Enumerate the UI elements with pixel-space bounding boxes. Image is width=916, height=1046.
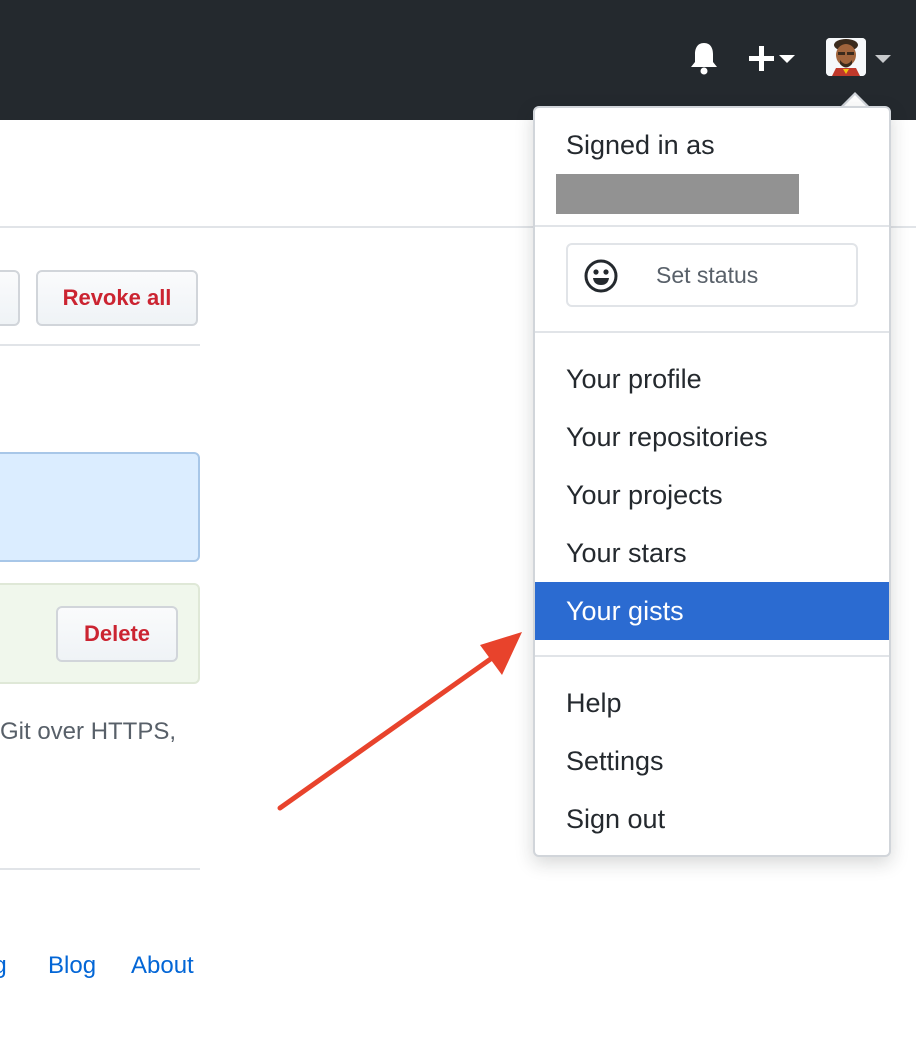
username-redacted xyxy=(556,174,799,214)
red-arrow-icon xyxy=(277,632,522,811)
footer-links: ng Blog About xyxy=(0,952,200,986)
left-button-stub[interactable] xyxy=(0,270,20,326)
signed-in-label: Signed in as xyxy=(566,130,715,160)
section-divider xyxy=(0,344,200,346)
menu-item-help[interactable]: Help xyxy=(535,674,889,732)
dropdown-divider xyxy=(535,655,889,657)
footer-divider xyxy=(0,868,200,870)
caret-down-icon xyxy=(875,55,891,63)
plus-icon xyxy=(749,46,795,71)
info-flash-box xyxy=(0,452,200,562)
menu-item-your-gists[interactable]: Your gists xyxy=(535,582,889,640)
delete-button[interactable]: Delete xyxy=(56,606,178,662)
user-menu-button[interactable] xyxy=(826,38,896,78)
create-new-button[interactable] xyxy=(746,40,798,76)
revoke-all-button[interactable]: Revoke all xyxy=(36,270,198,326)
footer-link-about[interactable]: About xyxy=(131,952,194,980)
menu-item-your-projects[interactable]: Your projects xyxy=(535,466,889,524)
menu-item-sign-out[interactable]: Sign out xyxy=(535,790,889,848)
https-help-text: Git over HTTPS, xyxy=(0,718,177,745)
top-header-bar xyxy=(0,0,916,120)
footer-link-blog[interactable]: Blog xyxy=(48,952,96,980)
menu-item-your-stars[interactable]: Your stars xyxy=(535,524,889,582)
menu-item-settings[interactable]: Settings xyxy=(535,732,889,790)
menu-item-your-repositories[interactable]: Your repositories xyxy=(535,408,889,466)
set-status-button[interactable]: Set status xyxy=(566,243,858,307)
menu-item-your-profile[interactable]: Your profile xyxy=(535,350,889,408)
dropdown-divider xyxy=(535,225,889,227)
footer-link-truncated[interactable]: ng xyxy=(0,952,7,980)
bell-icon[interactable] xyxy=(686,40,722,76)
smiley-icon xyxy=(584,259,618,293)
dropdown-divider xyxy=(535,331,889,333)
avatar xyxy=(826,38,866,76)
set-status-label: Set status xyxy=(656,262,759,288)
user-dropdown-menu: Signed in as Set status Your profile You… xyxy=(533,106,891,857)
